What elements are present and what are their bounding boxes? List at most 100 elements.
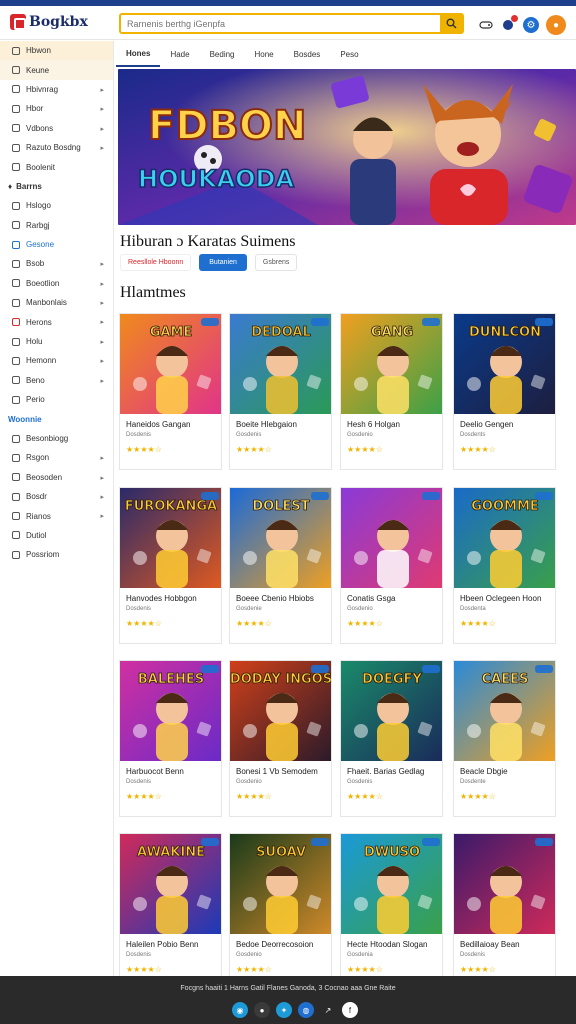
sidebar-item[interactable]: Razuto Bosdng ▸: [0, 138, 113, 157]
game-title: Conatis Gsga: [347, 594, 396, 603]
sidebar-item-icon: [12, 531, 20, 540]
sidebar-item[interactable]: Hbor ▸: [0, 99, 113, 118]
sidebar-item[interactable]: Holu ▸: [0, 332, 113, 351]
star-rating: ★★★★☆: [236, 445, 272, 454]
sidebar-item[interactable]: Perio: [0, 390, 113, 409]
star-rating: ★★★★☆: [347, 792, 383, 801]
game-card[interactable]: Conatis Gsga Gosdenio ★★★★☆: [340, 487, 443, 644]
user-avatar-icon[interactable]: ●: [546, 15, 566, 35]
filter-chips: Reesllole Hboonn Butanien Gsbrens: [120, 254, 298, 271]
new-badge: [311, 838, 329, 846]
sidebar-item[interactable]: Besonbiogg: [0, 429, 113, 448]
filter-chip[interactable]: Butanien: [199, 254, 247, 271]
game-card[interactable]: DOEGFY Fhaeit. Barias Gedlag Gosdenis ★★★★☆: [340, 660, 443, 817]
new-badge: [311, 318, 329, 326]
sidebar-item-label: Keune: [26, 65, 50, 75]
game-card[interactable]: DUNLCON Deelio Gengen Dosdents ★★★★☆: [453, 313, 556, 470]
star-rating: ★★★★☆: [126, 445, 162, 454]
games-title: Hlamtmes: [120, 284, 186, 301]
tab-item[interactable]: Hone: [245, 41, 284, 67]
game-card[interactable]: FUROKANGA Hanvodes Hobbgon Dosdenis ★★★★☆: [119, 487, 222, 644]
share-icon[interactable]: ↗: [320, 1002, 336, 1018]
sidebar-item[interactable]: Boeotlion ▸: [0, 274, 113, 293]
game-card[interactable]: AWAKINE Haleilen Pobio Benn Dosdenis ★★★★☆: [119, 833, 222, 990]
game-thumbnail: DODAY INGOS: [230, 661, 331, 761]
sidebar-item-label: Dutiol: [26, 530, 47, 540]
filter-chip[interactable]: Reesllole Hboonn: [120, 254, 192, 271]
sidebar-item[interactable]: Hslogo: [0, 196, 113, 215]
new-badge: [311, 492, 329, 500]
sidebar-item[interactable]: Hbivnrag ▸: [0, 80, 113, 99]
sidebar-item-icon: [12, 143, 20, 152]
game-card[interactable]: GANG Hesh 6 Holgan Gosdenio ★★★★☆: [340, 313, 443, 470]
sidebar-item[interactable]: Rarbgj: [0, 216, 113, 235]
sidebar-item[interactable]: Rianos ▸: [0, 506, 113, 525]
sidebar-item-icon: [12, 240, 20, 249]
game-card[interactable]: Bedillaioay Bean Dosdenis ★★★★☆: [453, 833, 556, 990]
search-input[interactable]: [127, 17, 427, 31]
hero-title-line1: FDBON: [148, 103, 307, 149]
fb-icon[interactable]: f: [342, 1002, 358, 1018]
sidebar-item-icon: [12, 512, 20, 521]
star-rating: ★★★★☆: [460, 619, 496, 628]
notification-dot: [511, 15, 518, 22]
sidebar-item[interactable]: Hbwon: [0, 41, 113, 61]
tab-item[interactable]: Hones: [116, 41, 161, 67]
settings-icon[interactable]: ⚙: [523, 17, 539, 33]
search-button[interactable]: [440, 15, 462, 32]
sidebar-item-label: Razuto Bosdng: [26, 143, 81, 153]
sidebar-item[interactable]: Manbonlais ▸: [0, 293, 113, 312]
sidebar-item[interactable]: Hemonn ▸: [0, 351, 113, 370]
footer-text: Focgns haaiti 1 Harns Gatil Flanes Ganod…: [180, 985, 396, 992]
sidebar-item[interactable]: Boolenit: [0, 157, 113, 176]
social-links: ◉ ● ✦ ◍ ↗ f: [232, 1002, 358, 1018]
twitter-icon[interactable]: ✦: [276, 1002, 292, 1018]
sidebar-item[interactable]: Bosdr ▸: [0, 487, 113, 506]
chat-icon[interactable]: ●: [254, 1002, 270, 1018]
game-art-title: DUNLCON: [469, 325, 541, 340]
chevron-right-icon: ▸: [100, 319, 104, 327]
tab-item[interactable]: Bosdes: [284, 41, 331, 67]
logo-mark-icon: [10, 14, 26, 30]
chevron-right-icon: ▸: [100, 86, 104, 94]
sidebar-item[interactable]: Beosoden ▸: [0, 468, 113, 487]
sidebar-item[interactable]: Dutiol: [0, 526, 113, 545]
sidebar-item-label: Hemonn: [26, 356, 57, 366]
sidebar-item[interactable]: Beno ▸: [0, 371, 113, 390]
game-card[interactable]: GAME Haneidos Gangan Dosdenis ★★★★☆: [119, 313, 222, 470]
sidebar-item[interactable]: Possriom: [0, 545, 113, 564]
sidebar-item-label: Hbwon: [26, 46, 51, 56]
tab-item[interactable]: Peso: [330, 41, 368, 67]
game-card[interactable]: DODAY INGOS Bonesi 1 Vb Semodem Gosdenio ★★…: [229, 660, 332, 817]
game-art-title: GOOMME: [471, 499, 539, 514]
sidebar-item[interactable]: Vdbons ▸: [0, 119, 113, 138]
game-art-title: DOLEST: [252, 499, 309, 514]
tab-item[interactable]: Beding: [200, 41, 245, 67]
message-icon[interactable]: ◍: [298, 1002, 314, 1018]
game-art-title: SUOAV: [256, 845, 306, 860]
game-card[interactable]: GOOMME Hbeen Oclegeen Hoon Dosdenta ★★★★☆: [453, 487, 556, 644]
sidebar-item[interactable]: Rsgon ▸: [0, 448, 113, 467]
sidebar-item[interactable]: Bsob ▸: [0, 254, 113, 273]
game-card[interactable]: SUOAV Bedoe Deorrecosoion Gosdenio ★★★★☆: [229, 833, 332, 990]
game-title: Hbeen Oclegeen Hoon: [460, 594, 542, 603]
hero-banner[interactable]: FDBON HOUKAODA: [118, 69, 576, 225]
game-card[interactable]: DWUSO Hecte Htoodan Slogan Gosdenia ★★★★☆: [340, 833, 443, 990]
notification-icon[interactable]: [500, 15, 518, 33]
chevron-right-icon: ▸: [100, 338, 104, 346]
tab-item[interactable]: Hade: [160, 41, 199, 67]
sidebar-item[interactable]: Herons ▸: [0, 312, 113, 331]
sidebar-item[interactable]: Gesone: [0, 235, 113, 254]
sidebar-item-icon: [12, 298, 20, 307]
game-card[interactable]: CAEES Beacle Dbgie Dosdente ★★★★☆: [453, 660, 556, 817]
filter-chip[interactable]: Gsbrens: [254, 254, 298, 271]
game-card[interactable]: DOLEST Boeee Cbenio Hbiobs Gosdenie ★★★★☆: [229, 487, 332, 644]
logo[interactable]: Bogkbx: [10, 14, 88, 30]
chevron-right-icon: ▸: [100, 493, 104, 501]
game-card[interactable]: BALEHES Harbuocot Benn Dosdenis ★★★★☆: [119, 660, 222, 817]
game-card[interactable]: DEDOAL Boeite Hlebgaion Gosdenis ★★★★☆: [229, 313, 332, 470]
globe-icon[interactable]: ◉: [232, 1002, 248, 1018]
sidebar-item[interactable]: Keune: [0, 60, 113, 80]
sidebar-item-label: Besonbiogg: [26, 434, 69, 443]
gamepad-icon[interactable]: [478, 17, 494, 33]
